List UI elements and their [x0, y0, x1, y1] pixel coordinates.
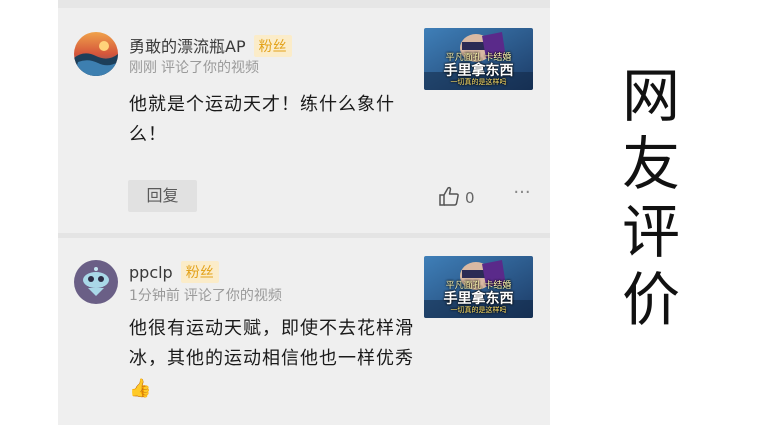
comment-text: 他很有运动天赋，即使不去花样滑冰，其他的运动相信他也一样优秀 👍 — [129, 314, 429, 404]
video-thumbnail[interactable]: 平凡面孔 卡结婚 手里拿东西 一切真的是这样吗 — [424, 28, 533, 90]
thumbs-up-icon[interactable] — [438, 186, 460, 210]
comment-meta: 1分钟前 评论了你的视频 — [129, 285, 282, 305]
comment-text-content: 他很有运动天赋，即使不去花样滑冰，其他的运动相信他也一样优秀 — [129, 318, 414, 369]
thumbnail-caption-bottom: 一切真的是这样吗 — [450, 78, 507, 86]
comment-action: 评论了你的视频 — [183, 288, 282, 304]
comment-text: 他就是个运动天才！练什么象什么！ — [129, 94, 395, 145]
comment-item: ppclp 粉丝 1分钟前 评论了你的视频 他很有运动天赋，即使不去花样滑冰，其他的… — [58, 238, 550, 425]
username-text[interactable]: ppclp — [129, 263, 173, 282]
comment-time: 刚刚 — [129, 60, 157, 76]
like-button[interactable]: 0 — [438, 186, 475, 208]
comment-item: 勇敢的漂流瓶AP 粉丝 刚刚评论了你的视频 他就是个运动天才！练什么象什么！ — [58, 8, 550, 233]
fan-badge: 粉丝 — [180, 261, 219, 283]
reply-button[interactable]: 回复 — [128, 180, 197, 212]
comment-time: 1分钟前 — [129, 288, 180, 304]
comment-action: 评论了你的视频 — [161, 60, 259, 76]
username-text[interactable]: 勇敢的漂流瓶AP — [129, 37, 246, 56]
user-avatar[interactable] — [74, 260, 118, 304]
like-count: 0 — [465, 189, 475, 207]
video-thumbnail[interactable]: 平凡面孔 卡结婚 手里拿东西 一切真的是这样吗 — [424, 256, 533, 318]
top-strip — [58, 0, 550, 8]
thumbnail-caption-bottom: 一切真的是这样吗 — [450, 306, 507, 314]
username[interactable]: ppclp 粉丝 — [129, 261, 219, 283]
side-title: 网友评价 — [621, 62, 680, 334]
comment-meta: 刚刚 评论了你的视频 — [129, 57, 259, 77]
user-avatar[interactable] — [74, 32, 118, 76]
username[interactable]: 勇敢的漂流瓶AP 粉丝 — [129, 33, 292, 57]
more-dots-icon[interactable]: ··· — [510, 184, 534, 206]
thumbs-up-emoji-icon: 👍 — [129, 378, 153, 399]
fan-badge: 粉丝 — [253, 35, 292, 57]
comments-panel: 勇敢的漂流瓶AP粉丝 刚刚评论了你的视频 他就是个运动天才！练什么象什么！ — [58, 0, 550, 425]
